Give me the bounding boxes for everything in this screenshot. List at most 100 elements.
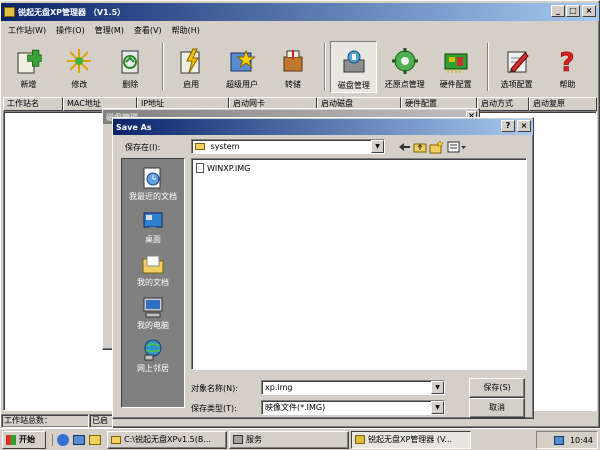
toolbar-separator — [161, 43, 164, 91]
svg-text:?: ? — [560, 48, 575, 75]
taskbar: 开始 C:\锐起无盘XPv1.5(B... 服务 锐起无盘XP管理器 (V...… — [0, 428, 600, 450]
maximize-button[interactable]: □ — [566, 5, 580, 17]
filename-input[interactable]: xp.img ▼ — [261, 380, 445, 395]
delete-icon — [115, 45, 145, 77]
filetype-dropdown[interactable]: 映像文件(*.IMG) ▼ — [261, 400, 445, 415]
hardware-button[interactable]: 硬件配置 — [432, 41, 479, 93]
menu-workstation[interactable]: 工作站(W) — [3, 25, 51, 36]
main-title-bar[interactable]: 锐起无盘XP管理器 （V1.5） _ □ × — [1, 3, 599, 21]
menu-manage[interactable]: 管理(M) — [90, 25, 129, 36]
explorer-icon[interactable] — [89, 434, 101, 445]
enable-button[interactable]: 启用 — [168, 41, 215, 93]
start-button[interactable]: 开始 — [2, 430, 46, 449]
dialog-help-button[interactable]: ? — [501, 120, 515, 132]
network-places-icon — [139, 337, 167, 363]
dialog-title: Save As — [116, 122, 152, 132]
up-folder-icon — [413, 143, 427, 153]
minimize-button[interactable]: _ — [551, 5, 565, 17]
up-folder-button[interactable] — [413, 140, 427, 154]
menu-view[interactable]: 查看(V) — [129, 25, 167, 36]
dialog-close-button[interactable]: × — [517, 120, 531, 132]
new-folder-button[interactable] — [429, 140, 444, 154]
menu-operation[interactable]: 操作(O) — [51, 25, 90, 36]
services-icon — [233, 435, 243, 444]
desktop-icon — [139, 208, 167, 234]
help-icon: ? — [552, 45, 582, 77]
enable-icon — [176, 45, 206, 77]
add-station-icon — [13, 45, 43, 77]
delete-button[interactable]: 删除 — [107, 41, 154, 93]
save-button[interactable]: 保存(S) — [469, 378, 525, 398]
recent-documents-icon — [139, 165, 167, 191]
dump-button[interactable]: 转储 — [269, 41, 316, 93]
chevron-down-icon[interactable]: ▼ — [431, 381, 444, 394]
edit-button[interactable]: 修改 — [56, 41, 103, 93]
start-label: 开始 — [19, 435, 35, 444]
edit-icon — [64, 45, 94, 77]
filetype-label: 保存类型(T): — [191, 404, 237, 413]
ie-icon[interactable] — [57, 433, 69, 446]
back-button[interactable] — [397, 140, 411, 154]
file-list[interactable]: WINXP.IMG — [191, 158, 527, 370]
restore-point-button[interactable]: 还原点管理 — [381, 41, 428, 93]
place-my-computer[interactable]: 我的电脑 — [122, 294, 184, 331]
toolbar-separator — [487, 43, 490, 91]
save-in-label: 保存在(I): — [125, 143, 161, 152]
place-network[interactable]: 网上邻居 — [122, 337, 184, 374]
menu-help[interactable]: 帮助(H) — [167, 25, 205, 36]
place-network-label: 网上邻居 — [137, 364, 169, 373]
place-recent[interactable]: 我最近的文档 — [122, 165, 184, 202]
place-my-documents[interactable]: 我的文档 — [122, 251, 184, 288]
network-tray-icon[interactable] — [553, 435, 564, 445]
task-manager-app-label: 锐起无盘XP管理器 (V... — [368, 435, 453, 444]
save-as-dialog: Save As ? × 保存在(I): system ▼ 我最近的文档 桌面 我… — [112, 117, 534, 419]
dump-icon — [278, 45, 308, 77]
task-explorer-label: C:\锐起无盘XPv1.5(B... — [124, 435, 211, 444]
clock[interactable]: 10:44 — [570, 436, 593, 445]
back-arrow-icon — [399, 143, 410, 151]
col-boot-restore[interactable]: 启动复原 — [529, 97, 597, 111]
file-item-name: WINXP.IMG — [207, 163, 251, 173]
chevron-down-icon[interactable]: ▼ — [431, 401, 444, 414]
disk-manage-button[interactable]: 磁盘管理 — [330, 41, 378, 93]
help-button[interactable]: ? 帮助 — [544, 41, 591, 93]
toolbar: 新增 修改 删除 启用 超级用户 转储 磁盘管理 还原点管理 硬件配置 选项配置… — [1, 39, 599, 95]
window-title: 锐起无盘XP管理器 （V1.5） — [18, 7, 126, 17]
hardware-icon — [441, 45, 471, 77]
disk-manage-icon — [339, 46, 369, 78]
restore-point-icon — [390, 45, 420, 77]
task-explorer[interactable]: C:\锐起无盘XPv1.5(B... — [107, 430, 227, 449]
save-in-dropdown[interactable]: system ▼ — [191, 139, 385, 154]
file-icon — [196, 163, 204, 173]
save-in-value: system — [210, 142, 240, 151]
filename-value: xp.img — [265, 383, 293, 392]
close-button[interactable]: × — [582, 5, 596, 17]
place-my-computer-label: 我的电脑 — [137, 321, 169, 330]
cancel-button[interactable]: 取消 — [469, 398, 525, 418]
app-icon — [355, 435, 365, 444]
task-services[interactable]: 服务 — [229, 430, 349, 449]
superuser-icon — [227, 45, 257, 77]
my-computer-icon — [139, 294, 167, 320]
place-desktop[interactable]: 桌面 — [122, 208, 184, 245]
chevron-down-icon[interactable]: ▼ — [371, 140, 384, 153]
system-tray: 10:44 — [536, 431, 598, 449]
view-menu-icon — [447, 141, 466, 153]
status-enabled: 已启 — [89, 414, 113, 428]
show-desktop-icon[interactable] — [73, 434, 85, 445]
quick-launch — [52, 433, 101, 446]
col-boot-mode[interactable]: 启动方式 — [477, 97, 529, 111]
col-station-name[interactable]: 工作站名 — [3, 97, 63, 111]
superuser-button[interactable]: 超级用户 — [219, 41, 266, 93]
place-desktop-label: 桌面 — [145, 235, 161, 244]
options-button[interactable]: 选项配置 — [493, 41, 540, 93]
menu-bar: 工作站(W) 操作(O) 管理(M) 查看(V) 帮助(H) — [1, 21, 599, 39]
add-station-button[interactable]: 新增 — [5, 41, 52, 93]
dialog-title-bar[interactable]: Save As ? × — [113, 119, 533, 135]
task-manager-app[interactable]: 锐起无盘XP管理器 (V... — [351, 430, 471, 449]
view-menu-button[interactable] — [447, 140, 467, 154]
filename-label: 对象名称(N): — [191, 384, 238, 393]
task-services-label: 服务 — [246, 435, 262, 444]
new-folder-icon — [429, 140, 444, 154]
file-item[interactable]: WINXP.IMG — [196, 163, 522, 173]
